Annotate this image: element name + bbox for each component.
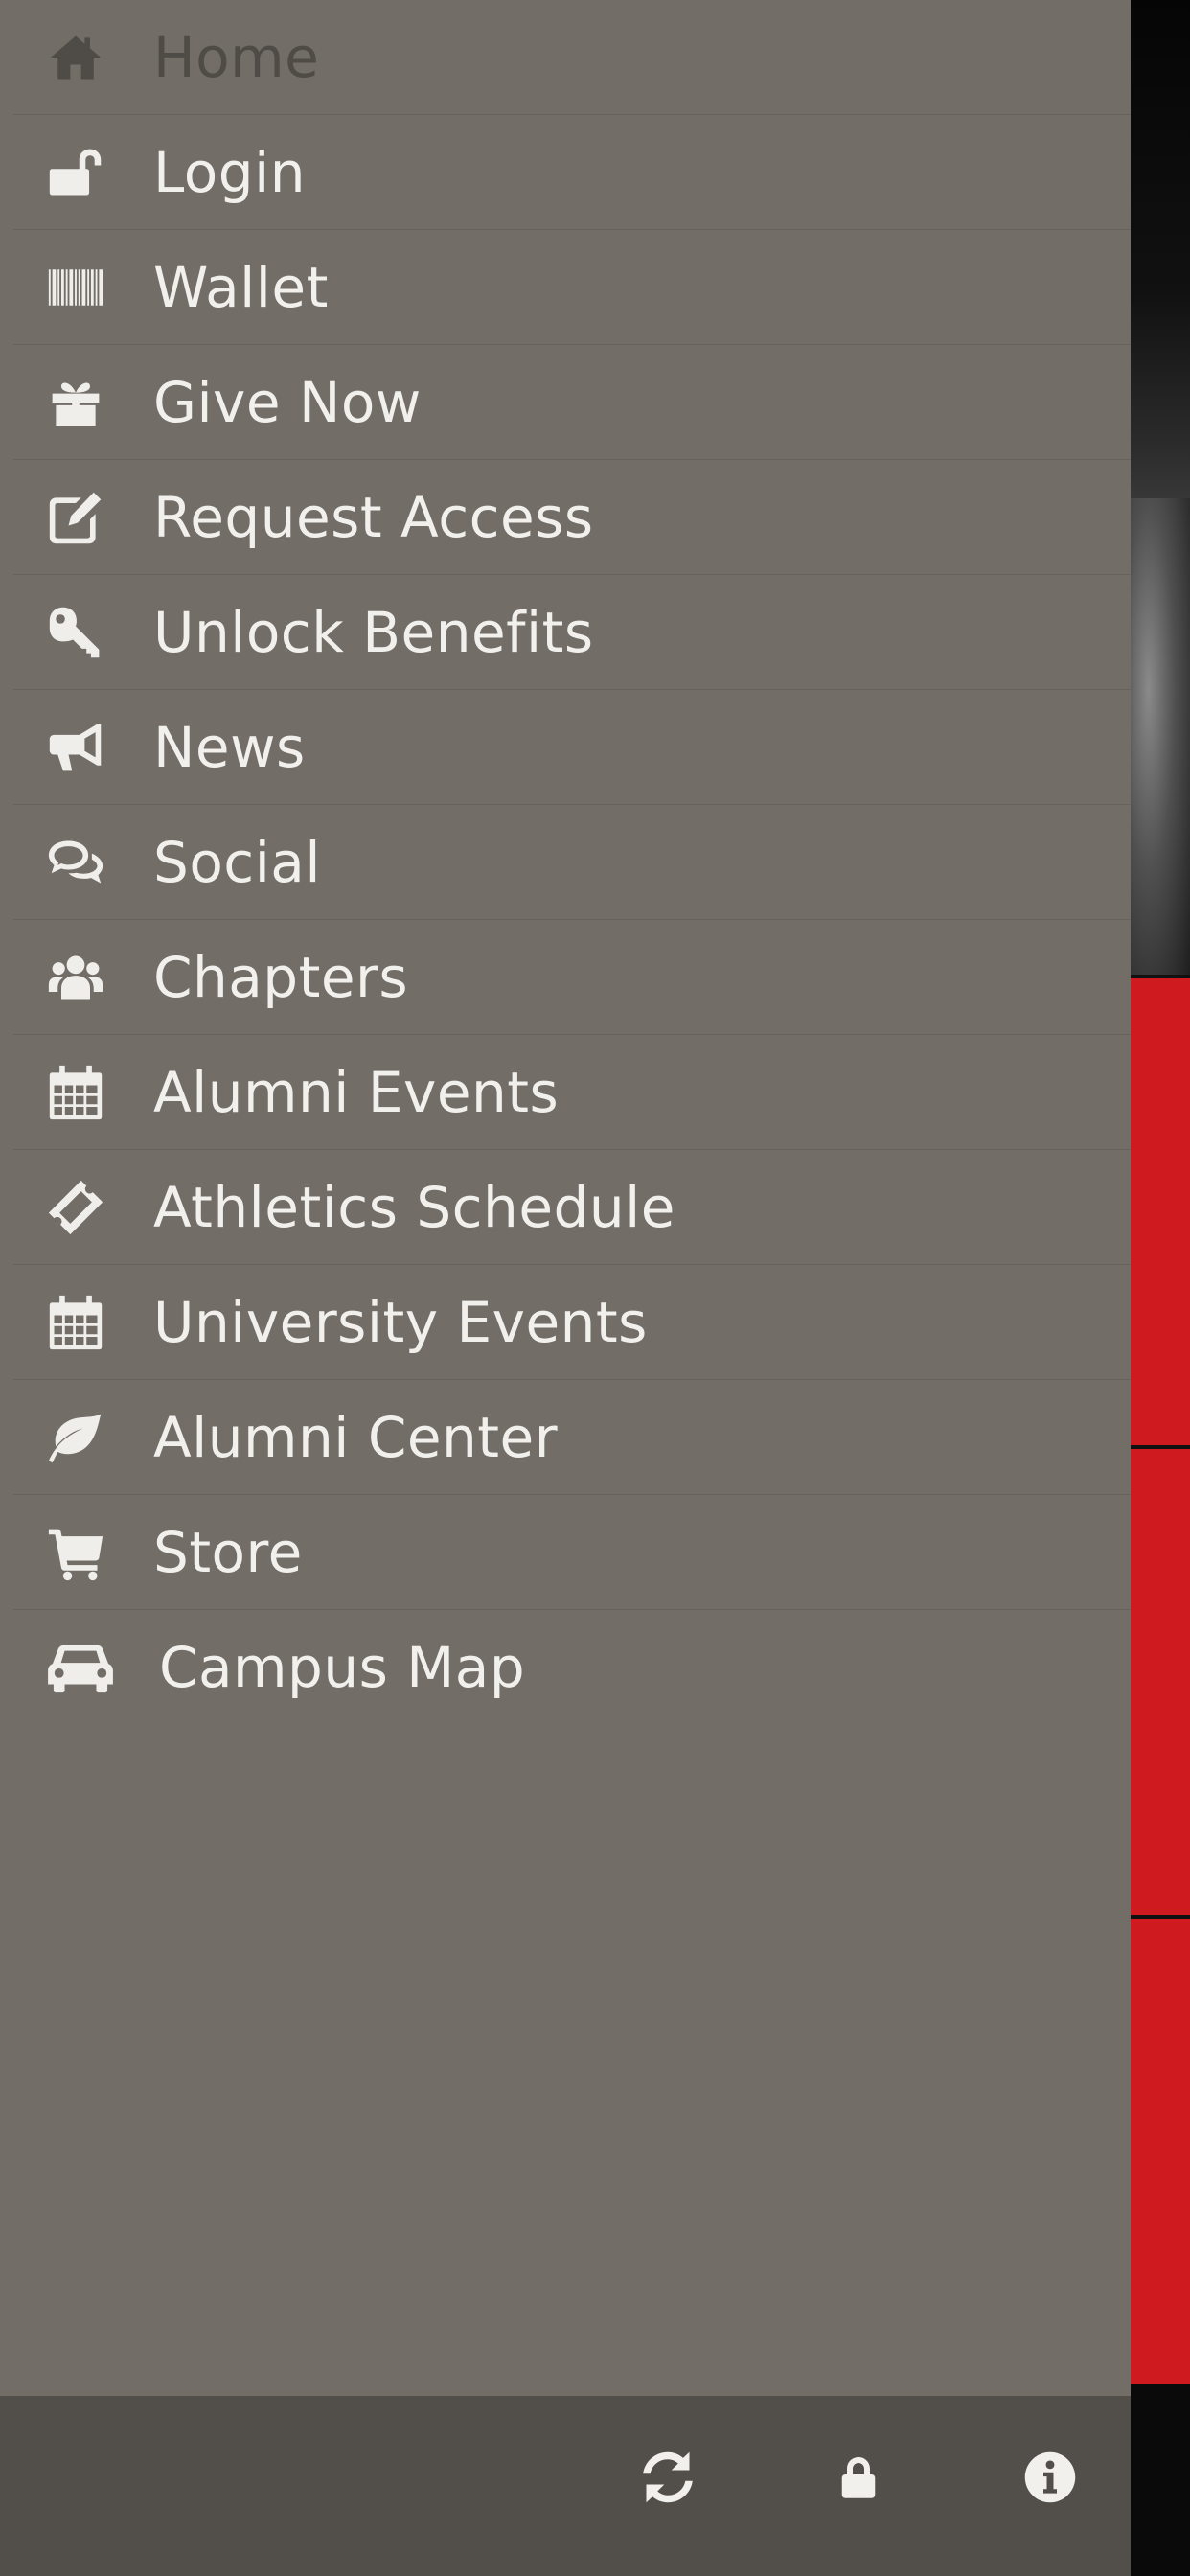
gift-icon [42, 369, 109, 436]
home-icon [42, 24, 109, 91]
menu-item-alumni-center[interactable]: Alumni Center [13, 1380, 1131, 1495]
leaf-icon [42, 1404, 109, 1471]
menu-item-label: Alumni Events [153, 1059, 560, 1125]
hero-photo [1131, 0, 1190, 975]
menu-item-label: Give Now [153, 369, 422, 435]
menu-item-label: Athletics Schedule [153, 1174, 675, 1240]
menu-item-label: Request Access [153, 484, 594, 550]
bottom-toolbar [0, 2396, 1131, 2576]
menu-item-news[interactable]: News [13, 690, 1131, 805]
app-screen: Home Login Wallet Give Now Request Acces… [0, 0, 1190, 2576]
side-drawer: Home Login Wallet Give Now Request Acces… [0, 0, 1131, 2576]
refresh-button[interactable] [610, 2396, 725, 2559]
info-icon [1024, 2451, 1076, 2503]
menu-item-request-access[interactable]: Request Access [13, 460, 1131, 575]
lock-icon [841, 2457, 876, 2498]
menu-item-label: Wallet [153, 254, 329, 320]
menu-item-label: Alumni Center [153, 1404, 559, 1470]
menu-item-label: Unlock Benefits [153, 599, 594, 665]
unlock-icon [42, 139, 109, 206]
ticket-icon [42, 1174, 109, 1241]
menu-item-alumni-events[interactable]: Alumni Events [13, 1035, 1131, 1150]
menu-item-campus-map[interactable]: Campus Map [13, 1610, 1131, 1725]
menu-item-home[interactable]: Home [13, 0, 1131, 115]
edit-icon [42, 484, 109, 551]
menu-item-label: News [153, 714, 306, 780]
menu-item-university-events[interactable]: University Events [13, 1265, 1131, 1380]
calendar-icon [42, 1289, 109, 1356]
car-icon [42, 1634, 119, 1701]
comments-icon [42, 829, 109, 896]
menu-item-label: Campus Map [159, 1635, 526, 1700]
info-button[interactable] [993, 2396, 1108, 2559]
refresh-icon [643, 2451, 693, 2503]
menu-item-social[interactable]: Social [13, 805, 1131, 920]
group-icon [42, 944, 109, 1011]
menu-item-label: Login [153, 139, 306, 205]
menu-item-login[interactable]: Login [13, 115, 1131, 230]
menu-item-label: Chapters [153, 944, 409, 1010]
bullhorn-icon [42, 714, 109, 781]
menu-item-label: Home [153, 24, 320, 90]
calendar-icon [42, 1059, 109, 1126]
red-tile[interactable] [1131, 975, 1190, 1445]
drawer-menu: Home Login Wallet Give Now Request Acces… [0, 0, 1131, 1725]
shopping-cart-icon [42, 1519, 109, 1586]
menu-item-wallet[interactable]: Wallet [13, 230, 1131, 345]
menu-item-unlock-benefits[interactable]: Unlock Benefits [13, 575, 1131, 690]
key-icon [42, 599, 109, 666]
red-tile[interactable] [1131, 1915, 1190, 2384]
menu-item-label: University Events [153, 1289, 648, 1355]
barcode-icon [42, 254, 109, 321]
menu-item-athletics-schedule[interactable]: Athletics Schedule [13, 1150, 1131, 1265]
menu-item-give-now[interactable]: Give Now [13, 345, 1131, 460]
menu-item-label: Store [153, 1519, 303, 1585]
lock-button[interactable] [801, 2396, 916, 2559]
menu-item-label: Social [153, 829, 321, 895]
menu-item-chapters[interactable]: Chapters [13, 920, 1131, 1035]
red-tile[interactable] [1131, 1445, 1190, 1915]
menu-item-store[interactable]: Store [13, 1495, 1131, 1610]
